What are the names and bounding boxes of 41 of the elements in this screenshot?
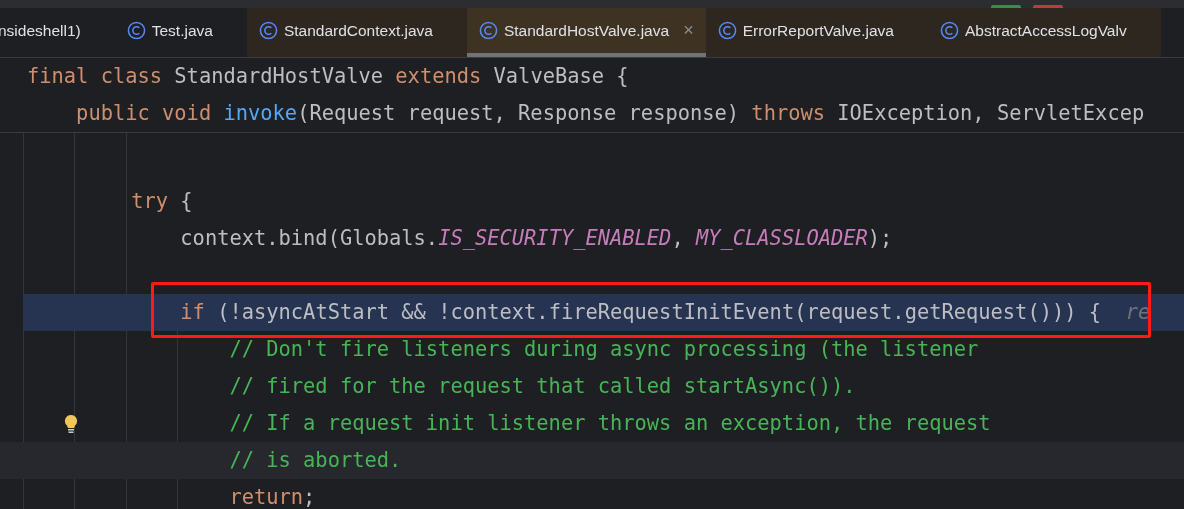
code-token: ValveBase {: [493, 64, 629, 88]
code-token: ;: [303, 485, 316, 509]
code-token: class: [100, 64, 163, 88]
code-token: {: [180, 189, 193, 213]
lightbulb-icon[interactable]: [64, 414, 78, 434]
class-icon: [126, 21, 146, 40]
class-icon: [717, 21, 737, 40]
class-icon: [940, 21, 959, 40]
code-token: invoke: [223, 101, 298, 125]
code-token: (!asyncAtStart && !context.fireRequestInitEvent(request.getRequest())) {: [217, 300, 1102, 324]
code-token: final: [27, 64, 89, 88]
code-token: throws: [751, 101, 826, 125]
code-token: void: [162, 101, 212, 125]
indicator-mark: [991, 5, 1021, 8]
code-comment: // If a request init listener throws an exception, the request: [229, 411, 991, 435]
code-comment: // fired for the request that called startAsync()).: [229, 374, 856, 398]
close-icon[interactable]: ×: [683, 20, 694, 41]
editor-tab[interactable]: AbstractAccessLogValv: [928, 8, 1161, 57]
indicator-mark: [1033, 5, 1063, 8]
editor-tab[interactable]: ErrorReportValve.java: [705, 8, 928, 57]
code-token: ,: [671, 226, 685, 250]
code-token: try: [131, 189, 169, 213]
class-icon: [478, 21, 498, 40]
code-token: StandardHostValve: [174, 64, 384, 88]
editor-tab[interactable]: StandardContext.java: [246, 8, 467, 57]
code-token: extends: [395, 64, 482, 88]
editor-tab[interactable]: Test.java: [114, 8, 247, 57]
code-token: if: [180, 300, 205, 324]
code-token: context.bind(Globals.: [180, 226, 439, 250]
code-token: IOException, ServletExcep: [837, 101, 1145, 125]
inline-hint: re: [1125, 300, 1151, 324]
code-token: return: [229, 485, 304, 509]
code-token: MY_CLASSLOADER: [695, 226, 868, 250]
code-token: );: [867, 226, 893, 250]
code-token: public: [76, 101, 150, 125]
code-comment: // is aborted.: [229, 448, 402, 472]
code-token: IS_SECURITY_ENABLED: [438, 226, 672, 250]
code-token: (Request request, Response response): [297, 101, 740, 125]
class-icon: [258, 21, 278, 40]
code-comment: // Don't fire listeners during async processing (the listener: [229, 337, 979, 361]
editor-tab[interactable]: StandardHostValve.java ×: [466, 8, 706, 57]
